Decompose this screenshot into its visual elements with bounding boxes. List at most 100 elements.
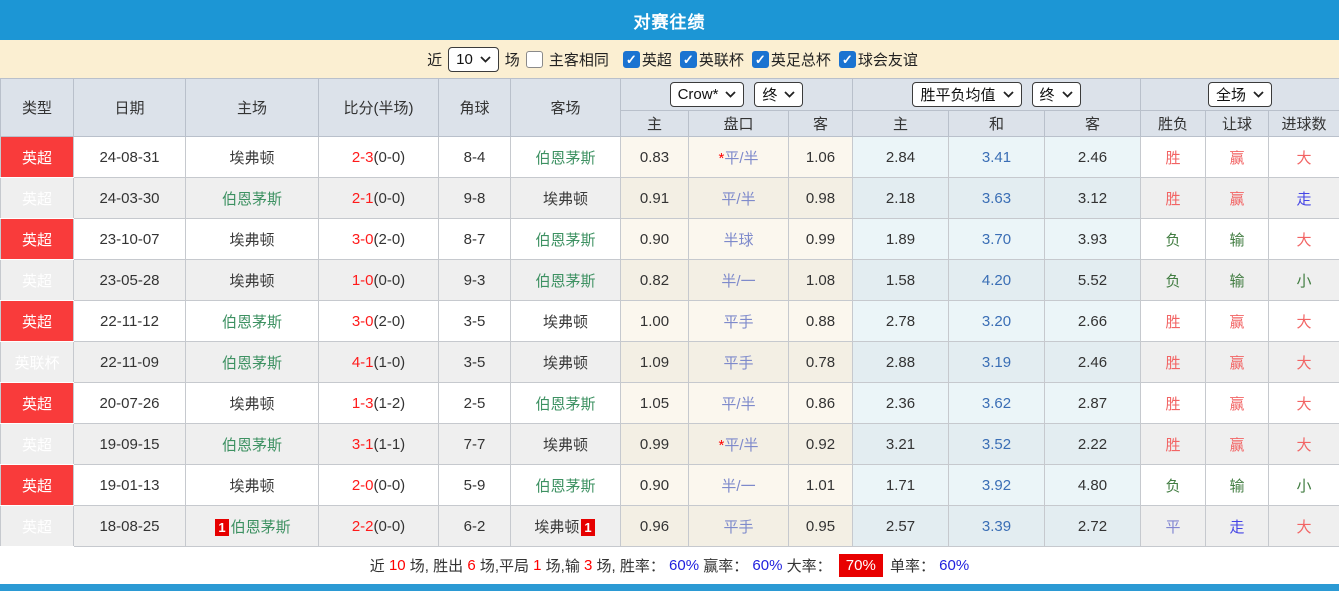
score-cell: 2-2(0-0) (319, 506, 439, 547)
score-cell: 2-0(0-0) (319, 465, 439, 506)
avg-away-cell: 2.46 (1045, 137, 1141, 178)
away-team-cell: 伯恩茅斯 (511, 137, 621, 178)
summary-segment: 60% (669, 557, 699, 574)
score-cell: 1-3(1-2) (319, 383, 439, 424)
avg-home-cell: 2.18 (853, 178, 949, 219)
odds-time-select[interactable]: 终 (754, 82, 803, 107)
goals-result-cell: 大 (1269, 424, 1339, 465)
scope-select[interactable]: 全场 (1208, 82, 1272, 107)
handicap-cell: *平/半 (689, 424, 789, 465)
goals-result-cell: 大 (1269, 219, 1339, 260)
near-count-select[interactable]: 10 (448, 47, 499, 72)
league-checkbox[interactable]: ✓ (752, 51, 769, 68)
league-label: 球会友谊 (858, 49, 918, 70)
odds-away-cell: 0.78 (789, 342, 853, 383)
score-cell: 3-0(2-0) (319, 301, 439, 342)
home-team-cell: 1伯恩茅斯 (186, 506, 319, 547)
header-score: 比分(半场) (319, 79, 439, 137)
same-venue-checkbox[interactable] (526, 51, 543, 68)
away-team-cell: 伯恩茅斯 (511, 383, 621, 424)
corner-cell: 8-7 (439, 219, 511, 260)
table-row: 英超24-08-31埃弗顿2-3(0-0)8-4伯恩茅斯0.83*平/半1.06… (1, 137, 1339, 178)
summary-segment: 赢率： (699, 555, 752, 576)
date-cell: 20-07-26 (74, 383, 186, 424)
odds-home-cell: 0.90 (621, 465, 689, 506)
subheader-avg-home: 主 (853, 111, 949, 137)
league-cell: 英超 (1, 506, 74, 547)
league-checkbox[interactable]: ✓ (680, 51, 697, 68)
chevron-down-icon (1003, 91, 1014, 98)
summary-segment: 10 (389, 557, 406, 574)
table-row: 英超20-07-26埃弗顿1-3(1-2)2-5伯恩茅斯1.05平/半0.862… (1, 383, 1339, 424)
home-team-cell: 埃弗顿 (186, 260, 319, 301)
home-team-cell: 埃弗顿 (186, 383, 319, 424)
matches-label: 场 (505, 49, 520, 70)
league-cell: 英超 (1, 219, 74, 260)
summary-segment: 单率： (886, 555, 939, 576)
avg-home-cell: 2.88 (853, 342, 949, 383)
corner-cell: 8-4 (439, 137, 511, 178)
bookmaker-select[interactable]: Crow* (670, 82, 745, 107)
handicap-cell: 平手 (689, 342, 789, 383)
score-cell: 2-3(0-0) (319, 137, 439, 178)
corner-cell: 3-5 (439, 301, 511, 342)
handicap-cell: 半/一 (689, 465, 789, 506)
odds-home-cell: 0.91 (621, 178, 689, 219)
score-cell: 3-0(2-0) (319, 219, 439, 260)
away-team-cell: 伯恩茅斯 (511, 260, 621, 301)
subheader-odds-away: 客 (789, 111, 853, 137)
goals-result-cell: 走 (1269, 178, 1339, 219)
table-row: 英超24-03-30伯恩茅斯2-1(0-0)9-8埃弗顿0.91平/半0.982… (1, 178, 1339, 219)
avg-away-cell: 3.12 (1045, 178, 1141, 219)
table-row: 英超22-11-12伯恩茅斯3-0(2-0)3-5埃弗顿1.00平手0.882.… (1, 301, 1339, 342)
avg-draw-cell: 3.70 (949, 219, 1045, 260)
league-cell: 英超 (1, 465, 74, 506)
league-checkbox[interactable]: ✓ (623, 51, 640, 68)
avg-away-cell: 2.46 (1045, 342, 1141, 383)
h2h-history-table: 类型 日期 主场 比分(半场) 角球 客场 Crow* 终 (0, 78, 1339, 547)
outcome-cell: 胜 (1141, 342, 1206, 383)
corner-cell: 2-5 (439, 383, 511, 424)
chevron-down-icon (1253, 91, 1264, 98)
chevron-down-icon (1062, 91, 1073, 98)
date-cell: 22-11-09 (74, 342, 186, 383)
avg-time-select[interactable]: 终 (1032, 82, 1081, 107)
home-team-cell: 埃弗顿 (186, 219, 319, 260)
home-team-cell: 埃弗顿 (186, 465, 319, 506)
handicap-result-cell: 赢 (1206, 301, 1269, 342)
avg-type-select[interactable]: 胜平负均值 (912, 82, 1021, 107)
away-team-cell: 埃弗顿 (511, 424, 621, 465)
avg-home-cell: 1.58 (853, 260, 949, 301)
handicap-result-cell: 走 (1206, 506, 1269, 547)
avg-draw-cell: 3.39 (949, 506, 1045, 547)
avg-away-cell: 2.22 (1045, 424, 1141, 465)
header-home: 主场 (186, 79, 319, 137)
league-cell: 英超 (1, 178, 74, 219)
odds-home-cell: 1.00 (621, 301, 689, 342)
league-filter: ✓英足总杯 (752, 49, 831, 70)
table-row: 英联杯22-11-09伯恩茅斯4-1(1-0)3-5埃弗顿1.09平手0.782… (1, 342, 1339, 383)
subheader-avg-draw: 和 (949, 111, 1045, 137)
league-checkbox[interactable]: ✓ (839, 51, 856, 68)
header-away: 客场 (511, 79, 621, 137)
handicap-cell: 半球 (689, 219, 789, 260)
outcome-cell: 平 (1141, 506, 1206, 547)
avg-away-cell: 3.93 (1045, 219, 1141, 260)
home-team-cell: 伯恩茅斯 (186, 424, 319, 465)
avg-group-header: 胜平负均值 终 (853, 79, 1141, 111)
subheader-goals-result: 进球数 (1269, 111, 1339, 137)
odds-home-cell: 0.83 (621, 137, 689, 178)
away-team-cell: 伯恩茅斯 (511, 219, 621, 260)
league-filter: ✓英超 (623, 49, 672, 70)
avg-home-cell: 2.84 (853, 137, 949, 178)
handicap-cell: *平/半 (689, 137, 789, 178)
table-row: 英超23-05-28埃弗顿1-0(0-0)9-3伯恩茅斯0.82半/一1.081… (1, 260, 1339, 301)
summary-segment: 场, 胜率： (592, 555, 669, 576)
outcome-cell: 胜 (1141, 424, 1206, 465)
league-cell: 英超 (1, 260, 74, 301)
league-cell: 英超 (1, 424, 74, 465)
summary-segment: 大率： (782, 555, 835, 576)
avg-draw-cell: 3.41 (949, 137, 1045, 178)
subheader-avg-away: 客 (1045, 111, 1141, 137)
league-cell: 英超 (1, 301, 74, 342)
